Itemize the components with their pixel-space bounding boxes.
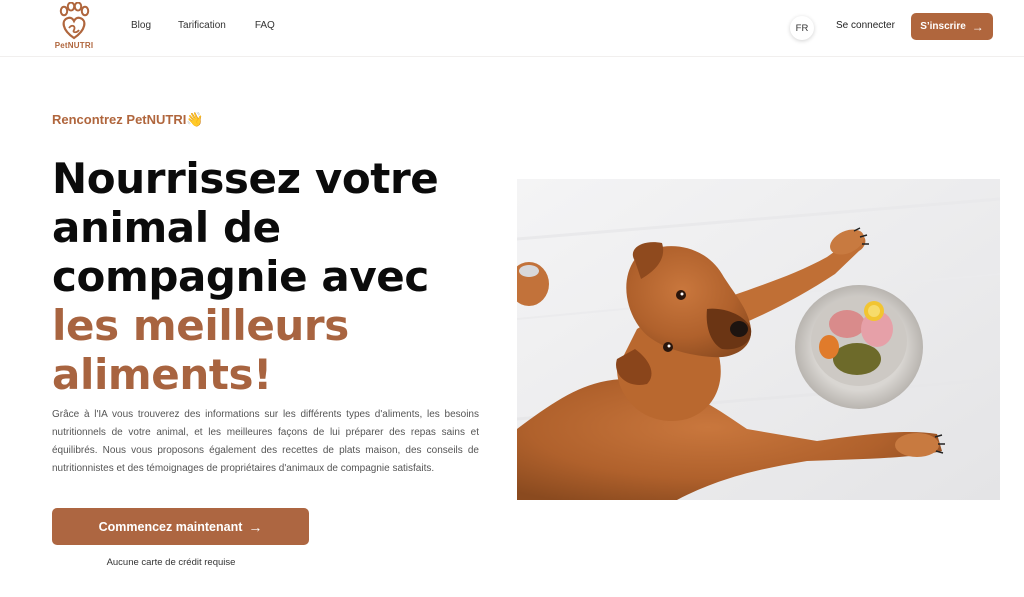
- signup-button[interactable]: S’inscrire →: [911, 13, 993, 40]
- paw-heart-icon: [59, 2, 90, 40]
- start-now-button-label: Commencez maintenant: [98, 519, 243, 534]
- waving-hand-icon: 👋: [186, 111, 204, 127]
- signup-button-label: S’inscrire: [920, 21, 966, 32]
- hero-dog-image: [517, 179, 1000, 500]
- start-now-button[interactable]: Commencez maintenant →: [52, 508, 309, 545]
- headline-line: compagnie avec: [52, 252, 429, 301]
- nav-pricing-link[interactable]: Tarification: [178, 20, 226, 31]
- headline-line: Nourrissez votre: [52, 154, 439, 203]
- headline-accent-line: les meilleurs: [52, 301, 349, 350]
- arrow-right-icon: →: [248, 518, 263, 535]
- headline-accent-line: aliments!: [52, 350, 272, 399]
- hero-description: Grâce à l'IA vous trouverez des informat…: [52, 409, 479, 474]
- no-credit-card-note: Aucune carte de crédit requise: [106, 557, 236, 568]
- hero-headline: Nourrissez votre animal de compagnie ave…: [52, 154, 492, 399]
- nav-blog-link[interactable]: Blog: [131, 20, 151, 31]
- brand-name: PetNUTRI: [54, 41, 94, 50]
- nav-faq-link[interactable]: FAQ: [255, 20, 275, 31]
- headline-line: animal de: [52, 203, 281, 252]
- site-header: PetNUTRI Blog Tarification FAQ FR Se con…: [0, 0, 1024, 57]
- hero-eyebrow-text: Rencontrez PetNUTRI: [52, 112, 187, 127]
- arrow-right-icon: →: [971, 19, 984, 34]
- language-switcher[interactable]: FR: [790, 16, 814, 40]
- hero-eyebrow: Rencontrez PetNUTRI👋: [52, 111, 204, 128]
- dog-with-food-bowl-illustration: [517, 179, 1000, 500]
- brand-logo[interactable]: PetNUTRI: [50, 2, 98, 52]
- login-link[interactable]: Se connecter: [836, 20, 895, 31]
- main-nav: Blog Tarification FAQ: [131, 20, 275, 31]
